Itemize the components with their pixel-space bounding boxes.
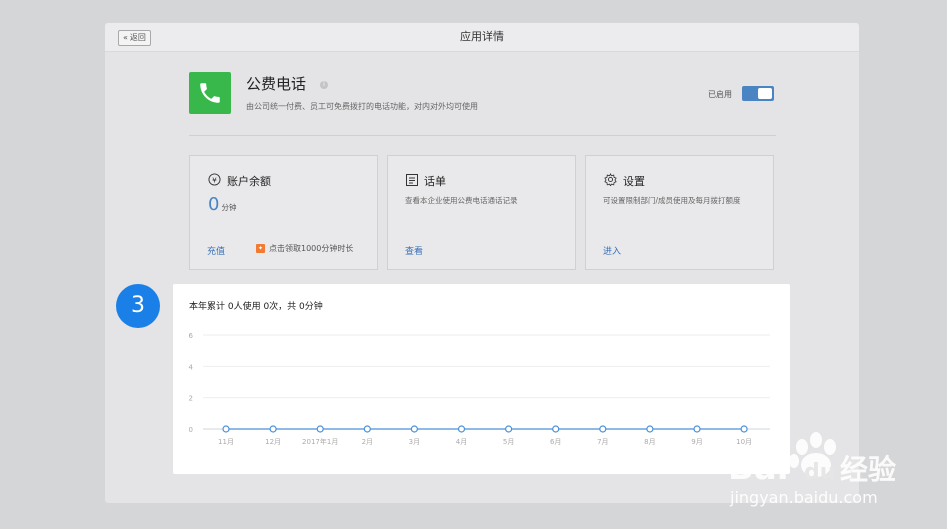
x-tick-label: 5月 bbox=[503, 438, 514, 446]
toggle-knob bbox=[758, 88, 772, 99]
card-records-title: 话单 bbox=[424, 175, 446, 188]
x-tick-label: 2月 bbox=[362, 438, 373, 446]
balance-amount: 0 分钟 bbox=[208, 194, 236, 215]
enable-toggle[interactable] bbox=[742, 86, 774, 101]
phone-icon bbox=[189, 72, 231, 114]
y-tick-label: 2 bbox=[189, 395, 193, 403]
y-tick-label: 6 bbox=[189, 332, 194, 340]
gear-icon bbox=[604, 172, 617, 189]
watermark-brand-cn: 经验 bbox=[840, 453, 896, 486]
status-label: 已启用 bbox=[708, 90, 732, 99]
x-tick-label: 8月 bbox=[644, 438, 655, 446]
y-tick-label: 0 bbox=[189, 426, 193, 434]
divider bbox=[189, 135, 776, 136]
promo-text: 点击领取1000分钟时长 bbox=[269, 244, 354, 253]
card-balance-header: ¥ 账户余额 bbox=[208, 173, 271, 189]
x-tick-label: 3月 bbox=[409, 438, 420, 446]
card-records-description: 查看本企业使用公费电话通话记录 bbox=[405, 196, 518, 205]
card-settings-header: 设置 bbox=[604, 172, 645, 189]
x-tick-label: 6月 bbox=[550, 438, 561, 446]
data-point[interactable] bbox=[316, 425, 324, 433]
data-point[interactable] bbox=[222, 425, 230, 433]
data-point[interactable] bbox=[505, 425, 513, 433]
app-name: 公费电话 bbox=[246, 75, 307, 93]
data-point[interactable] bbox=[269, 425, 277, 433]
card-balance: ¥ 账户余额 0 分钟 充值 ✦ 点击领取1000分钟时长 bbox=[189, 155, 378, 270]
document-list-icon bbox=[406, 173, 418, 189]
step-badge: 3 bbox=[116, 284, 160, 328]
info-icon[interactable]: i bbox=[320, 81, 328, 89]
card-settings: 设置 可设置限制部门/成员使用及每月拨打额度 进入 bbox=[585, 155, 774, 270]
card-balance-title: 账户余额 bbox=[227, 175, 271, 188]
watermark-url: jingyan.baidu.com bbox=[729, 488, 878, 507]
gift-icon: ✦ bbox=[256, 244, 265, 253]
svg-text:¥: ¥ bbox=[212, 175, 217, 184]
baidu-jingyan-watermark: Bai du 经验 jingyan.baidu.com bbox=[728, 432, 896, 507]
x-tick-label: 7月 bbox=[597, 438, 608, 446]
y-tick-label: 4 bbox=[189, 363, 194, 371]
x-tick-label: 9月 bbox=[691, 438, 702, 446]
usage-panel: 本年累计 0人使用 0次，共 0分钟 0 2 4 6 11月 12月 2017年1月 2月 3月… bbox=[173, 284, 790, 474]
promo-link[interactable]: ✦ 点击领取1000分钟时长 bbox=[256, 243, 353, 254]
x-tick-label: 12月 bbox=[265, 438, 281, 446]
window-title: 应用详情 bbox=[460, 30, 504, 43]
data-point[interactable] bbox=[646, 425, 654, 433]
card-settings-title: 设置 bbox=[623, 175, 645, 188]
card-records-header: 话单 bbox=[406, 173, 446, 189]
data-point[interactable] bbox=[363, 425, 371, 433]
view-records-link[interactable]: 查看 bbox=[405, 244, 423, 257]
data-point[interactable] bbox=[552, 425, 560, 433]
balance-value: 0 bbox=[208, 194, 220, 215]
watermark-brand-1: Bai bbox=[728, 448, 789, 488]
data-point[interactable] bbox=[693, 425, 701, 433]
card-settings-description: 可设置限制部门/成员使用及每月拨打额度 bbox=[603, 196, 741, 205]
data-point[interactable] bbox=[410, 425, 418, 433]
title-bar: « 返回 应用详情 bbox=[105, 23, 859, 52]
card-call-records: 话单 查看本企业使用公费电话通话记录 查看 bbox=[387, 155, 576, 270]
x-tick-label: 11月 bbox=[218, 438, 234, 446]
app-description: 由公司统一付费、员工可免费拨打的电话功能，对内对外均可使用 bbox=[246, 102, 478, 111]
recharge-link[interactable]: 充值 bbox=[207, 244, 225, 257]
x-tick-label: 2017年1月 bbox=[302, 437, 338, 446]
enter-settings-link[interactable]: 进入 bbox=[603, 244, 621, 257]
x-tick-label: 4月 bbox=[456, 438, 467, 446]
usage-line-chart: 024611月 12月 2017年1月 2月 3月 4月 5月 6月 7月 8月 9月 10月 bbox=[189, 332, 770, 446]
data-point[interactable] bbox=[457, 425, 466, 433]
watermark-brand-2: du bbox=[804, 460, 835, 485]
balance-unit: 分钟 bbox=[221, 203, 237, 212]
data-point[interactable] bbox=[599, 425, 607, 433]
yen-coin-icon: ¥ bbox=[208, 173, 221, 189]
